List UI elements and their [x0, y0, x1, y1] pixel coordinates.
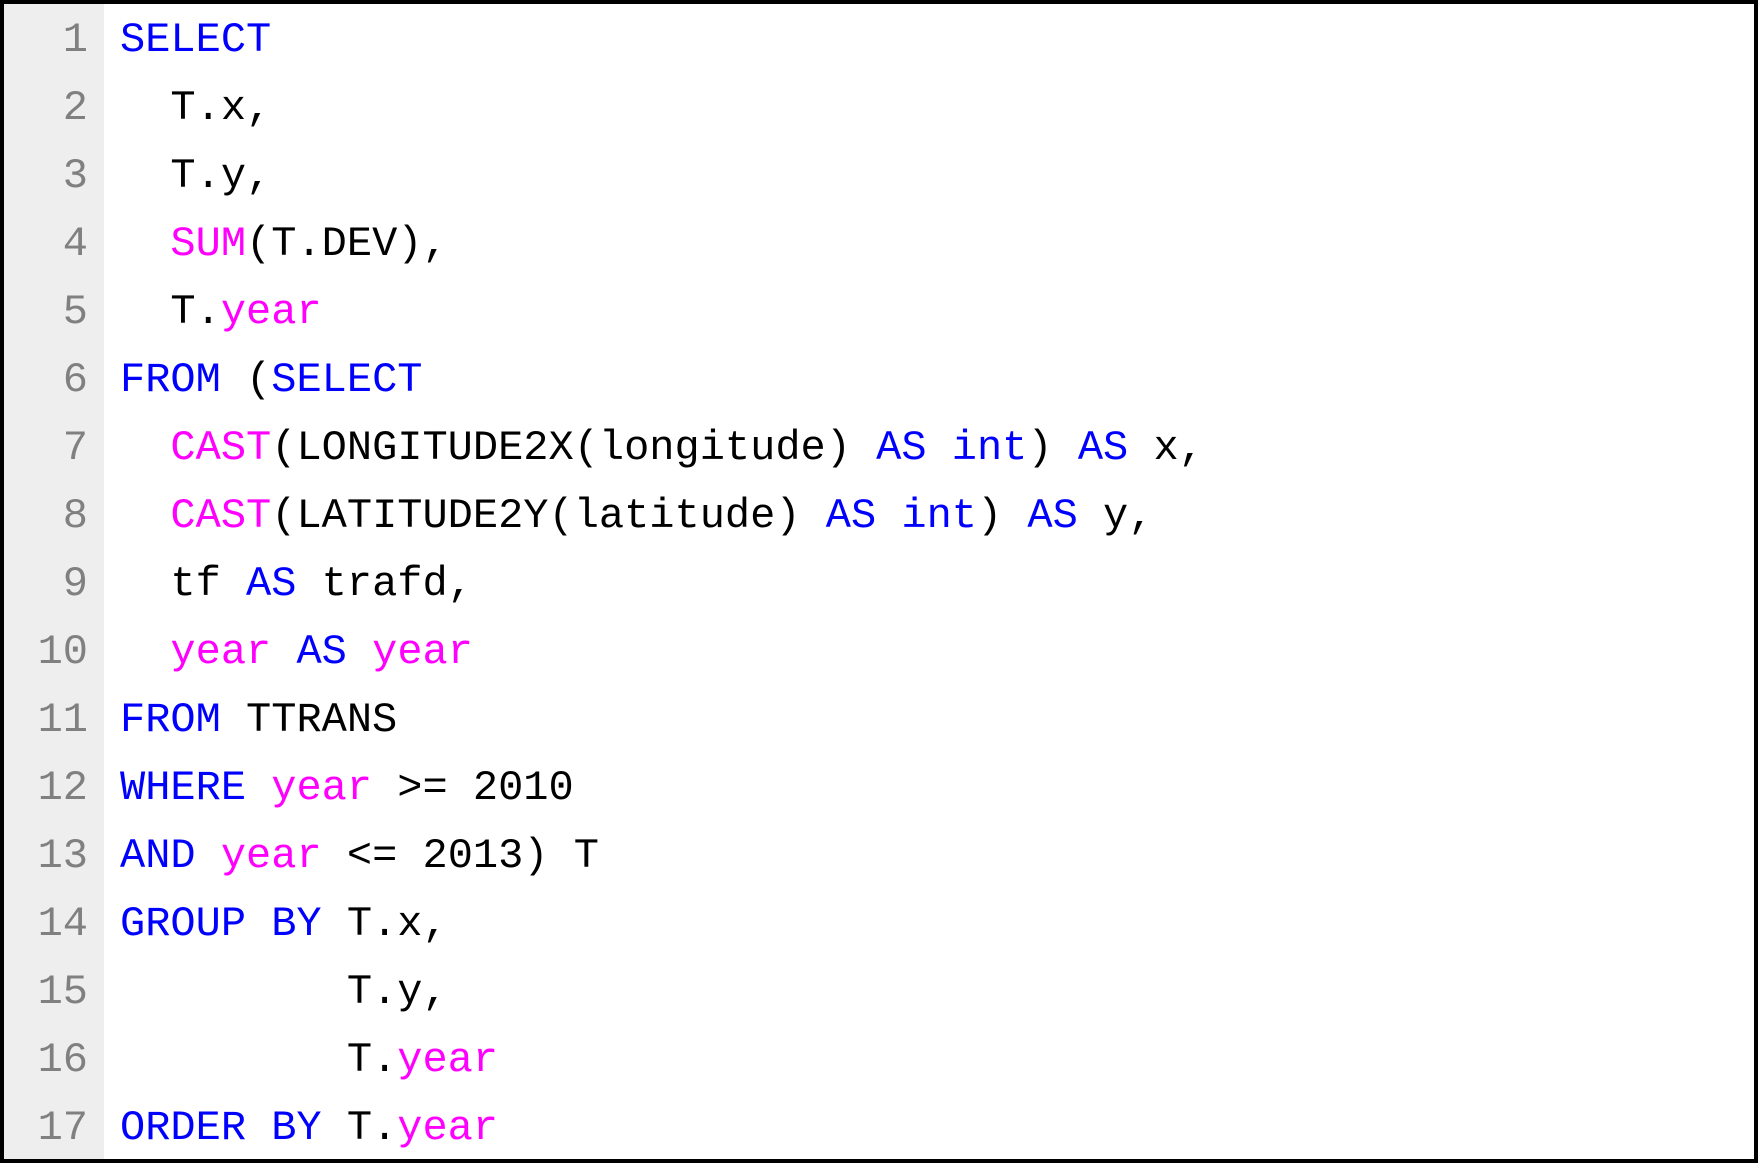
code-line: FROM (SELECT [120, 346, 1754, 414]
code-token [120, 424, 170, 472]
code-line: ORDER BY T.year [120, 1094, 1754, 1159]
code-token: FROM [120, 696, 221, 744]
line-number: 13 [12, 822, 88, 890]
line-number: 11 [12, 686, 88, 754]
line-number: 10 [12, 618, 88, 686]
code-token [120, 628, 170, 676]
line-number: 7 [12, 414, 88, 482]
code-token: ORDER BY [120, 1104, 322, 1152]
code-token: ) [977, 492, 1027, 540]
code-token: AS int [826, 492, 977, 540]
code-line: CAST(LATITUDE2Y(latitude) AS int) AS y, [120, 482, 1754, 550]
code-token: T.y, [120, 152, 271, 200]
line-number: 15 [12, 958, 88, 1026]
code-line: T.y, [120, 142, 1754, 210]
line-number: 17 [12, 1094, 88, 1162]
code-line: SUM(T.DEV), [120, 210, 1754, 278]
code-token: (LONGITUDE2X(longitude) [271, 424, 876, 472]
code-token: year [397, 1104, 498, 1152]
code-line: T.year [120, 1026, 1754, 1094]
code-token: T.y, [120, 968, 448, 1016]
code-line: AND year <= 2013) T [120, 822, 1754, 890]
code-token: year [221, 288, 322, 336]
line-number: 14 [12, 890, 88, 958]
code-token: AS [296, 628, 346, 676]
code-token: CAST [170, 492, 271, 540]
line-number: 1 [12, 6, 88, 74]
code-token: AND [120, 832, 196, 880]
code-token: year [372, 628, 473, 676]
code-token: tf [120, 560, 246, 608]
code-token: AS int [876, 424, 1027, 472]
code-line: FROM TTRANS [120, 686, 1754, 754]
line-number: 6 [12, 346, 88, 414]
code-line: CAST(LONGITUDE2X(longitude) AS int) AS x… [120, 414, 1754, 482]
code-token: AS [1027, 492, 1077, 540]
code-token: x, [1128, 424, 1204, 472]
line-number: 12 [12, 754, 88, 822]
code-token: ) [1027, 424, 1077, 472]
code-token [347, 628, 372, 676]
line-number: 9 [12, 550, 88, 618]
code-line: T.year [120, 278, 1754, 346]
code-token: (T.DEV), [246, 220, 448, 268]
code-token: year [271, 764, 372, 812]
code-token: AS [1078, 424, 1128, 472]
code-token: ( [221, 356, 271, 404]
code-token: GROUP BY [120, 900, 322, 948]
code-token: T. [120, 288, 221, 336]
line-number: 16 [12, 1026, 88, 1094]
code-token [246, 764, 271, 812]
code-token: year [170, 628, 271, 676]
code-line: WHERE year >= 2010 [120, 754, 1754, 822]
code-token: TTRANS [221, 696, 397, 744]
code-line: T.y, [120, 958, 1754, 1026]
code-line: SELECT [120, 6, 1754, 74]
code-token: T. [322, 1104, 398, 1152]
line-number-gutter: 1234567891011121314151617 [4, 4, 104, 1159]
code-token: <= 2013) T [322, 832, 599, 880]
line-number: 4 [12, 210, 88, 278]
code-token [120, 220, 170, 268]
code-token: (LATITUDE2Y(latitude) [271, 492, 826, 540]
code-token: SUM [170, 220, 246, 268]
code-token: trafd, [296, 560, 472, 608]
code-token: CAST [170, 424, 271, 472]
code-token: AS [246, 560, 296, 608]
line-number: 2 [12, 74, 88, 142]
code-token [271, 628, 296, 676]
code-token: T.x, [322, 900, 448, 948]
code-token [196, 832, 221, 880]
code-line: GROUP BY T.x, [120, 890, 1754, 958]
code-line: tf AS trafd, [120, 550, 1754, 618]
line-number: 5 [12, 278, 88, 346]
code-token: T. [120, 1036, 397, 1084]
code-token: SELECT [271, 356, 422, 404]
code-editor: 1234567891011121314151617 SELECT T.x, T.… [0, 0, 1758, 1163]
code-token: FROM [120, 356, 221, 404]
code-token: year [221, 832, 322, 880]
code-token: WHERE [120, 764, 246, 812]
code-line: year AS year [120, 618, 1754, 686]
code-token: T.x, [120, 84, 271, 132]
code-token: y, [1078, 492, 1154, 540]
code-token [120, 492, 170, 540]
line-number: 3 [12, 142, 88, 210]
code-token: SELECT [120, 16, 271, 64]
code-token: >= 2010 [372, 764, 574, 812]
code-token: year [397, 1036, 498, 1084]
code-content[interactable]: SELECT T.x, T.y, SUM(T.DEV), T.yearFROM … [104, 4, 1754, 1159]
code-line: T.x, [120, 74, 1754, 142]
line-number: 8 [12, 482, 88, 550]
